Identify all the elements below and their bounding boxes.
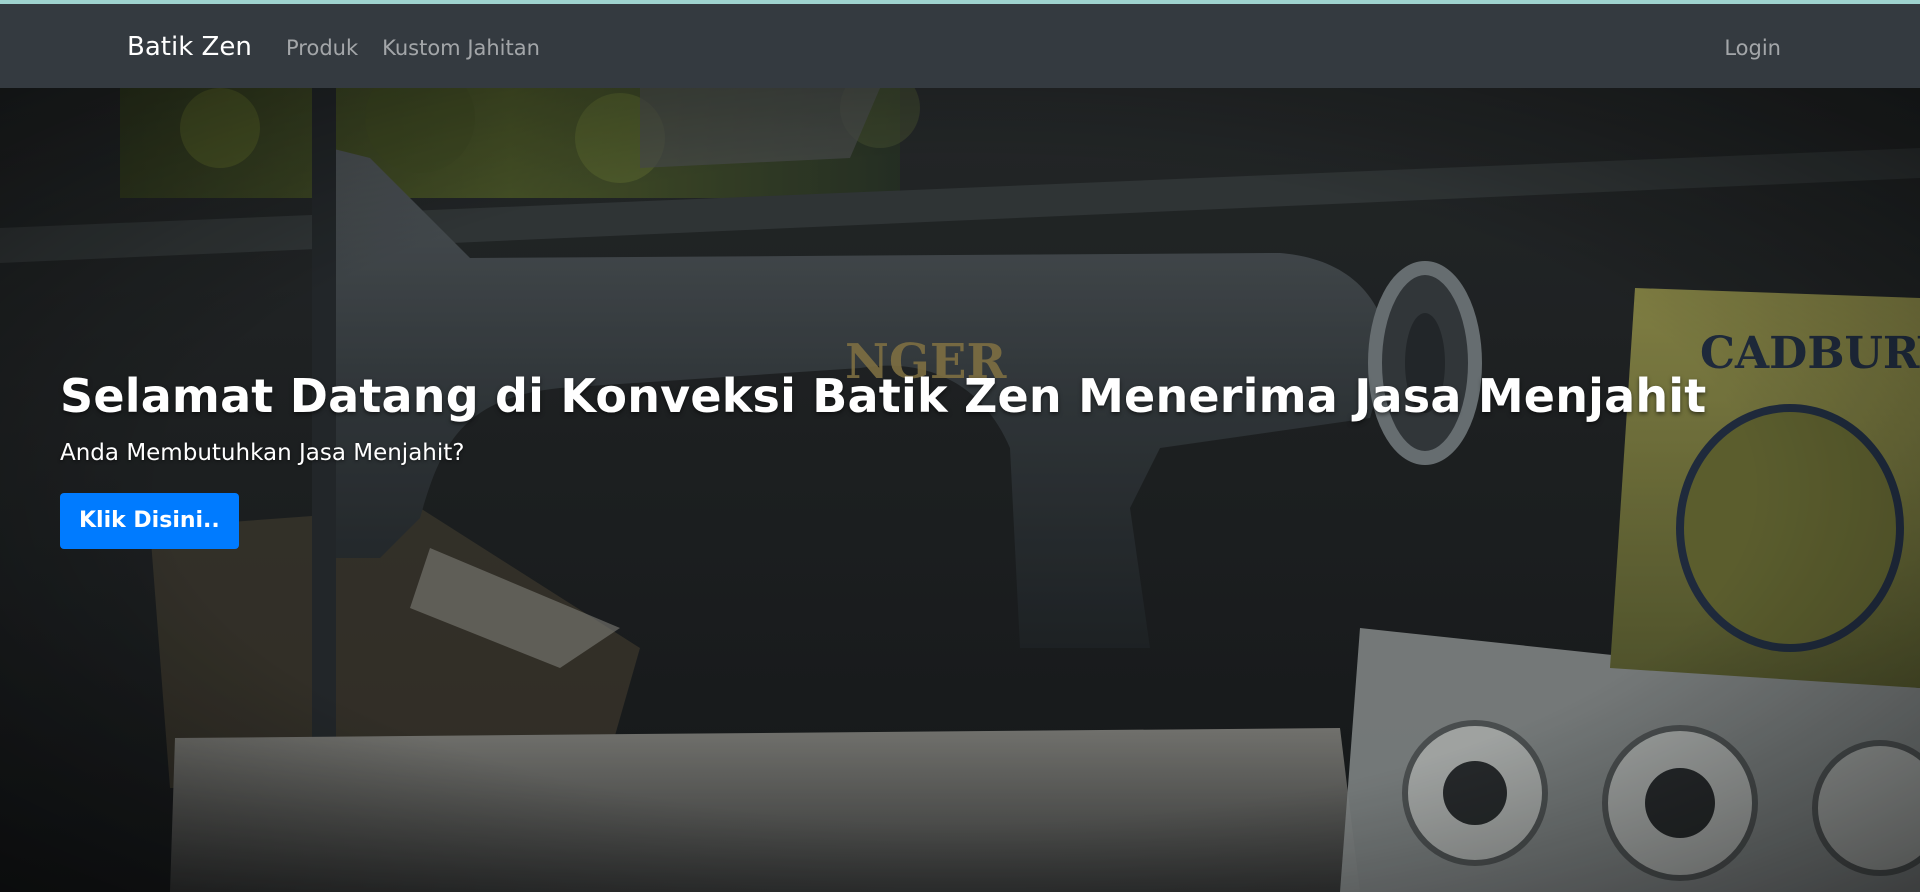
hero-section: NGER CADBURY Selamat Datang di Konveksi … <box>0 88 1920 892</box>
hero-subtitle: Anda Membutuhkan Jasa Menjahit? <box>60 440 465 466</box>
brand-logo-link[interactable]: Batik Zen <box>127 30 252 64</box>
cta-button[interactable]: Klik Disini.. <box>60 493 239 549</box>
login-link[interactable]: Login <box>1724 36 1781 60</box>
nav-link-kustom-jahitan[interactable]: Kustom Jahitan <box>382 34 540 62</box>
nav-links: Produk Kustom Jahitan <box>286 34 540 62</box>
top-navbar: Batik Zen Produk Kustom Jahitan Login <box>0 4 1920 88</box>
hero-content: Selamat Datang di Konveksi Batik Zen Men… <box>60 368 1707 549</box>
nav-link-produk[interactable]: Produk <box>286 34 358 62</box>
hero-title: Selamat Datang di Konveksi Batik Zen Men… <box>60 369 1707 423</box>
nav-right: Login <box>1724 34 1781 62</box>
